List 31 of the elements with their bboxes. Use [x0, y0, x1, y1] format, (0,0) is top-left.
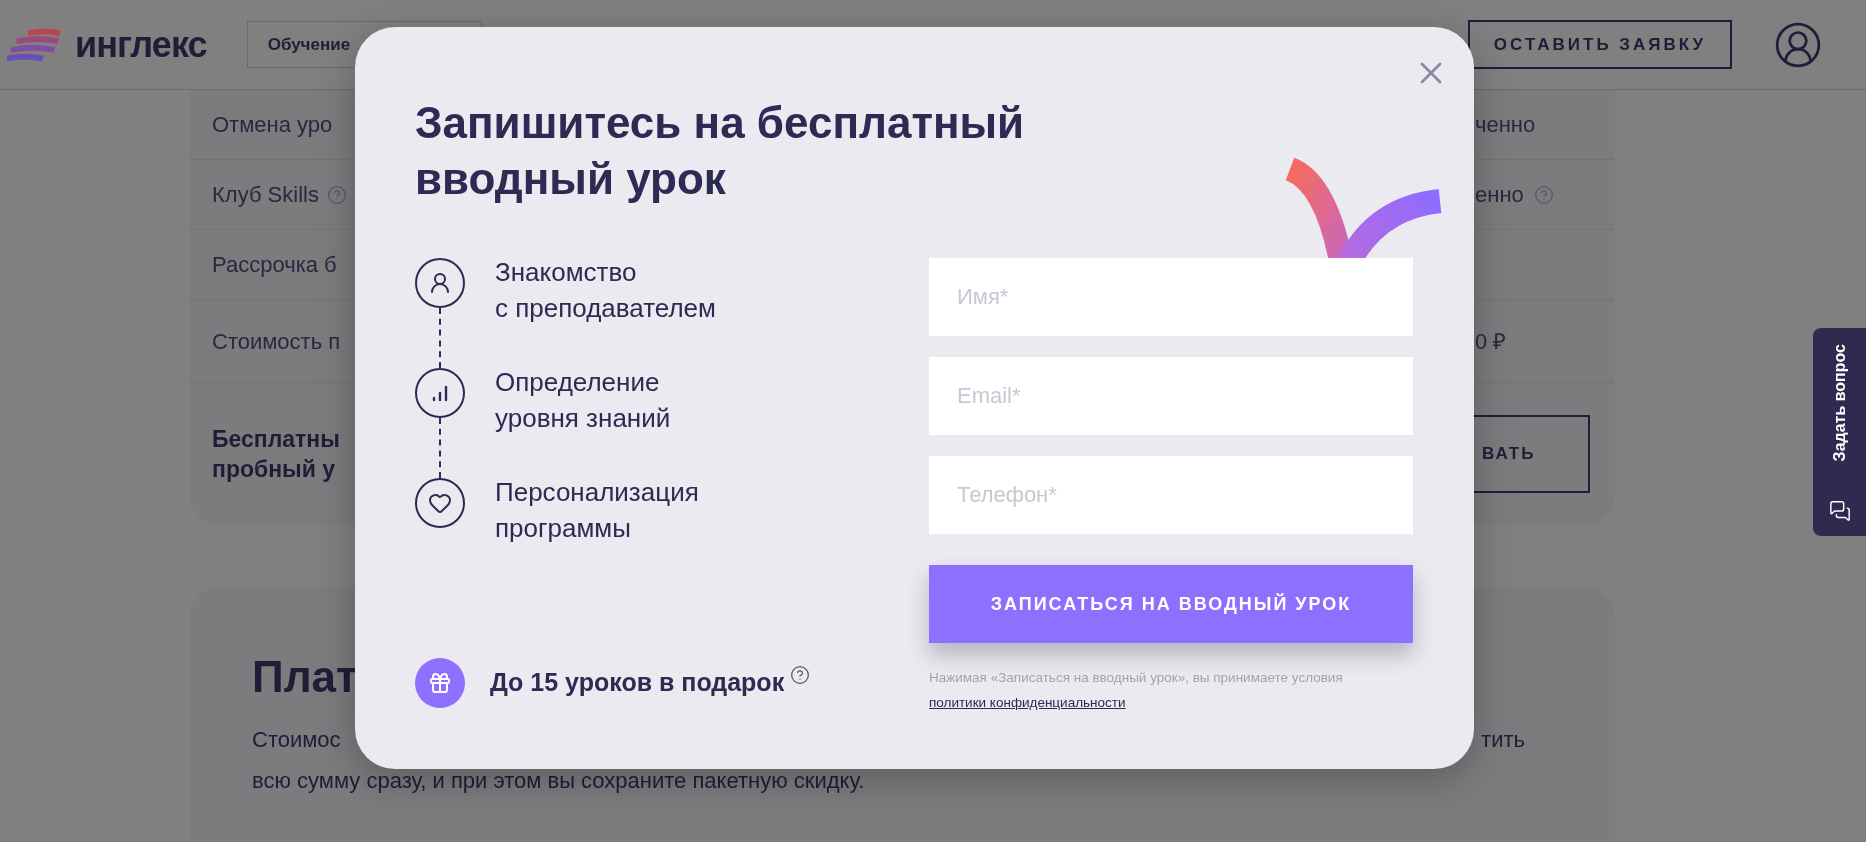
modal-title: Запишитесь на бесплатный вводный урок [415, 97, 1026, 205]
row-label: Рассрочка б [212, 251, 337, 279]
row-value: енно [1475, 181, 1524, 209]
step-text: Знакомство с преподавателем [495, 256, 716, 325]
privacy-link[interactable]: политики конфиденциальности [929, 695, 1126, 710]
input-field[interactable]: Телефон* [929, 456, 1413, 534]
consent-text: Нажимая «Записаться на вводный урок», вы принимаете условия политики конфиденциальности [929, 669, 1344, 712]
step-text: Определение уровня знаний [495, 366, 671, 435]
ask-question-tab[interactable]: Задать вопрос [1813, 328, 1866, 536]
chat-icon [1828, 500, 1851, 522]
section-text: всю сумму сразу, и при этом вы сохраните пакетную скидку. [252, 767, 866, 795]
help-icon[interactable] [790, 665, 811, 685]
input-field[interactable]: Email* [929, 357, 1413, 435]
section-text: Стоимос [252, 726, 341, 754]
person-icon [428, 271, 452, 295]
bonus-text: До 15 уроков в подарок [490, 667, 785, 699]
row-value: 0 ₽ [1475, 327, 1507, 356]
input-field[interactable]: Имя* [929, 258, 1413, 336]
row-value: ченно [1475, 111, 1536, 139]
section-title: Плат [252, 651, 358, 703]
row-label: Отмена уро [212, 111, 333, 139]
trial-title: Бесплатны пробный у [211, 425, 341, 484]
row-label: Стоимость п [212, 327, 341, 356]
gift-icon [428, 671, 452, 695]
request-button[interactable]: ОСТАВИТЬ ЗАЯВКУ [1468, 20, 1732, 69]
row-label: Клуб Skills [212, 181, 319, 209]
step-text: Персонализация программы [495, 476, 699, 545]
submit-button[interactable]: ЗАПИСАТЬСЯ НА ВВОДНЫЙ УРОК [929, 565, 1413, 643]
logo-text: инглекс [75, 22, 207, 67]
heart-icon [428, 491, 452, 515]
section-text: тить [1481, 726, 1525, 754]
